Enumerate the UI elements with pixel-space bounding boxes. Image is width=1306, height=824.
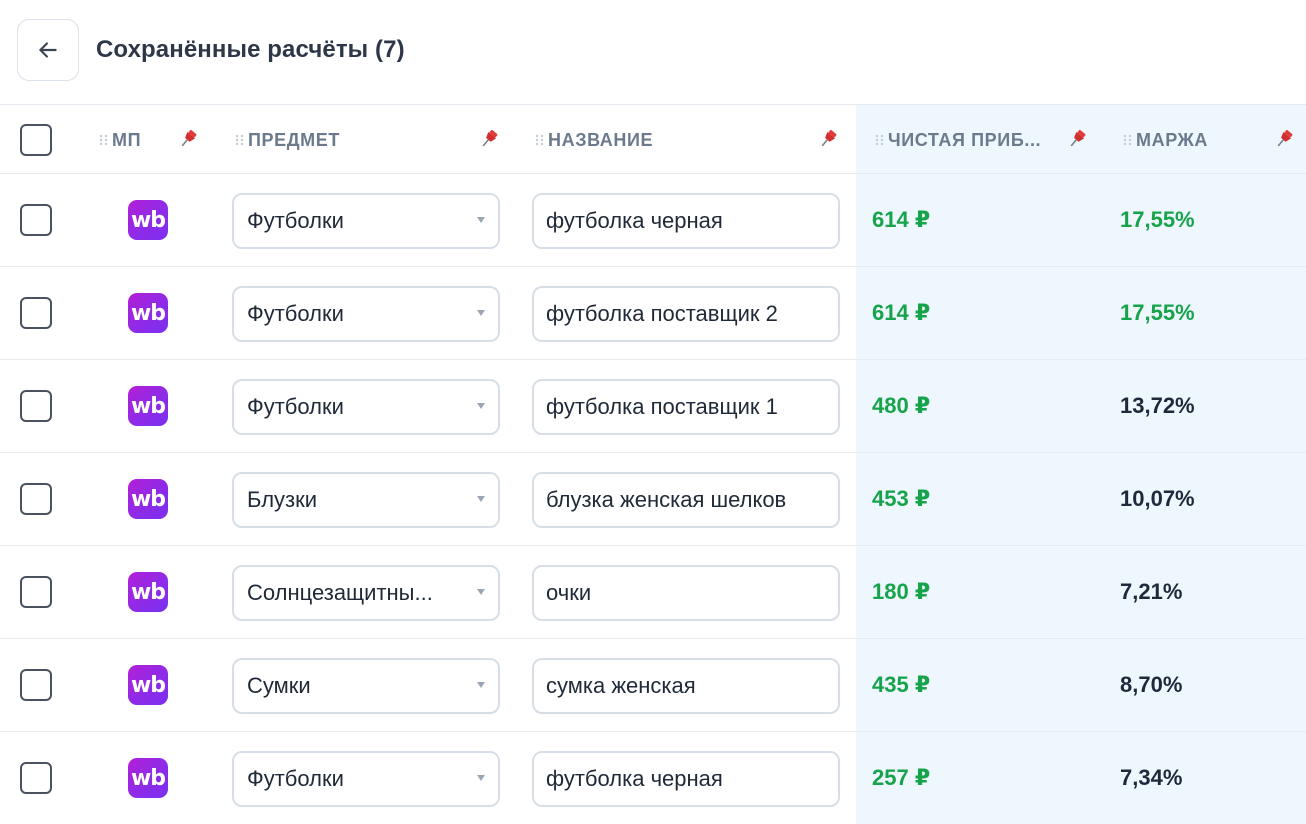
wildberries-logo-icon: wb	[128, 479, 168, 519]
drag-handle-icon[interactable]	[1122, 134, 1134, 146]
net-profit-value: 480 ₽	[872, 393, 931, 418]
table-row: wb Солнцезащитны... 180 ₽ 7,21%	[0, 546, 1306, 639]
subject-select-value: Футболки	[247, 301, 344, 326]
subject-select[interactable]: Футболки	[232, 379, 500, 435]
column-label-margin: МАРЖА	[1136, 129, 1209, 150]
row-checkbox[interactable]	[20, 669, 52, 701]
margin-value: 13,72%	[1120, 393, 1195, 418]
name-input[interactable]	[532, 193, 840, 249]
net-profit-value: 180 ₽	[872, 579, 931, 604]
row-checkbox[interactable]	[20, 204, 52, 236]
margin-value: 7,34%	[1120, 765, 1183, 790]
column-header-profit[interactable]: ЧИСТАЯ ПРИБ...	[874, 128, 1041, 152]
table-row: wb Футболки 257 ₽ 7,34%	[0, 732, 1306, 824]
margin-value: 10,07%	[1120, 486, 1195, 511]
table-row: wb Сумки 435 ₽ 8,70%	[0, 639, 1306, 732]
column-header-margin[interactable]: МАРЖА	[1122, 128, 1208, 152]
subject-select-value: Блузки	[247, 487, 318, 512]
row-checkbox[interactable]	[20, 762, 52, 794]
name-input[interactable]	[532, 286, 840, 342]
pin-icon[interactable]	[1272, 127, 1296, 151]
drag-handle-icon[interactable]	[98, 134, 110, 146]
wildberries-logo-icon: wb	[128, 386, 168, 426]
caret-down-icon	[477, 775, 485, 781]
subject-select[interactable]: Футболки	[232, 193, 500, 249]
caret-down-icon	[477, 589, 485, 595]
caret-down-icon	[477, 217, 485, 223]
column-label-mp: МП	[112, 129, 142, 150]
subject-select-value: Футболки	[247, 394, 344, 419]
column-label-subject: ПРЕДМЕТ	[248, 129, 340, 150]
subject-select[interactable]: Сумки	[232, 658, 500, 714]
name-input[interactable]	[532, 658, 840, 714]
back-button[interactable]	[17, 19, 79, 81]
margin-value: 7,21%	[1120, 579, 1183, 604]
subject-select-value: Сумки	[247, 673, 311, 698]
wildberries-logo-icon: wb	[128, 200, 168, 240]
name-input[interactable]	[532, 472, 840, 528]
net-profit-value: 614 ₽	[872, 207, 931, 232]
column-header-mp[interactable]: МП	[98, 128, 141, 152]
row-checkbox[interactable]	[20, 297, 52, 329]
wildberries-logo-icon: wb	[128, 572, 168, 612]
pin-icon[interactable]	[1065, 127, 1089, 151]
caret-down-icon	[477, 403, 485, 409]
table-row: wb Футболки 480 ₽ 13,72%	[0, 360, 1306, 453]
table-row: wb Футболки 614 ₽ 17,55%	[0, 267, 1306, 360]
wildberries-logo-icon: wb	[128, 758, 168, 798]
table-header-row: МП ПРЕДМЕТ НАЗВАНИЕ ЧИСТАЯ ПРИБ... МАРЖА	[0, 104, 1306, 174]
margin-value: 17,55%	[1120, 300, 1195, 325]
net-profit-value: 453 ₽	[872, 486, 931, 511]
subject-select[interactable]: Футболки	[232, 286, 500, 342]
column-label-profit: ЧИСТАЯ ПРИБ...	[888, 129, 1042, 150]
subject-select[interactable]: Футболки	[232, 751, 500, 807]
column-label-name: НАЗВАНИЕ	[548, 129, 654, 150]
drag-handle-icon[interactable]	[234, 134, 246, 146]
subject-select[interactable]: Блузки	[232, 472, 500, 528]
table-row: wb Блузки 453 ₽ 10,07%	[0, 453, 1306, 546]
page-title: Сохранённые расчёты (7)	[96, 36, 405, 63]
name-input[interactable]	[532, 565, 840, 621]
net-profit-value: 257 ₽	[872, 765, 931, 790]
subject-select-value: Солнцезащитны...	[247, 580, 433, 605]
arrow-left-icon	[39, 42, 57, 58]
column-header-name[interactable]: НАЗВАНИЕ	[534, 128, 653, 152]
pin-icon[interactable]	[477, 127, 501, 151]
wildberries-logo-icon: wb	[128, 665, 168, 705]
subject-select-value: Футболки	[247, 766, 344, 791]
select-all-checkbox[interactable]	[20, 124, 52, 156]
saved-calculations-table: МП ПРЕДМЕТ НАЗВАНИЕ ЧИСТАЯ ПРИБ... МАРЖА…	[0, 104, 1306, 824]
subject-select-value: Футболки	[247, 208, 344, 233]
name-input[interactable]	[532, 379, 840, 435]
caret-down-icon	[477, 310, 485, 316]
row-checkbox[interactable]	[20, 483, 52, 515]
top-bar: Сохранённые расчёты (7)	[0, 0, 1306, 104]
name-input[interactable]	[532, 751, 840, 807]
net-profit-value: 614 ₽	[872, 300, 931, 325]
table-row: wb Футболки 614 ₽ 17,55%	[0, 174, 1306, 267]
row-checkbox[interactable]	[20, 576, 52, 608]
margin-value: 17,55%	[1120, 207, 1195, 232]
pin-icon[interactable]	[176, 127, 200, 151]
margin-value: 8,70%	[1120, 672, 1183, 697]
column-header-subject[interactable]: ПРЕДМЕТ	[234, 128, 340, 152]
caret-down-icon	[477, 496, 485, 502]
wildberries-logo-icon: wb	[128, 293, 168, 333]
pin-icon[interactable]	[816, 127, 840, 151]
subject-select[interactable]: Солнцезащитны...	[232, 565, 500, 621]
drag-handle-icon[interactable]	[874, 134, 886, 146]
net-profit-value: 435 ₽	[872, 672, 931, 697]
drag-handle-icon[interactable]	[534, 134, 546, 146]
caret-down-icon	[477, 682, 485, 688]
row-checkbox[interactable]	[20, 390, 52, 422]
